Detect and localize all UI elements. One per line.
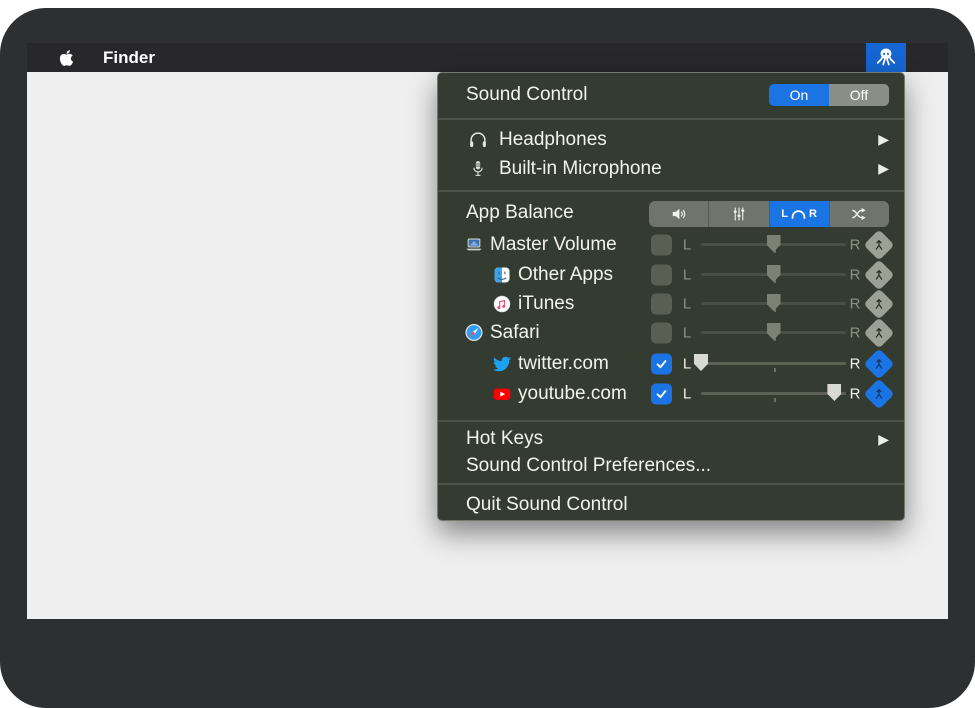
menu-header: Sound Control On Off: [438, 73, 904, 117]
sound-control-menu: Sound Control On Off Headphones ▶: [437, 72, 905, 521]
balance-mode-segmented-control: L R: [649, 201, 889, 227]
twitter-icon: [492, 354, 512, 374]
slider-thumb[interactable]: [767, 323, 781, 340]
volume-icon: [669, 204, 689, 224]
route-diamond-button[interactable]: [863, 229, 894, 260]
app-checkbox[interactable]: [651, 322, 672, 343]
slider-thumb[interactable]: [767, 265, 781, 282]
balance-right-label: R: [843, 266, 867, 283]
submenu-arrow-icon: ▶: [878, 160, 889, 177]
balance-left-label: L: [675, 295, 699, 312]
app-checkbox[interactable]: [651, 234, 672, 255]
app-row-twitter: twitter.com L R: [438, 349, 904, 378]
menu-item-hot-keys[interactable]: Hot Keys ▶: [438, 425, 904, 453]
slider-thumb[interactable]: [827, 384, 841, 401]
menu-item-label: Headphones: [499, 129, 607, 151]
equalizer-segment[interactable]: [708, 201, 768, 227]
equalizer-icon: [730, 205, 748, 223]
balance-right-label: R: [843, 295, 867, 312]
app-label: Other Apps: [518, 264, 613, 286]
on-button[interactable]: On: [769, 84, 829, 106]
on-off-toggle: On Off: [769, 84, 889, 106]
sound-control-menubar-button[interactable]: [866, 43, 906, 72]
slider-thumb[interactable]: [767, 235, 781, 252]
app-checkbox[interactable]: [651, 353, 672, 374]
balance-slider[interactable]: [701, 379, 846, 408]
balance-right-label: R: [843, 355, 867, 372]
slider-thumb[interactable]: [767, 294, 781, 311]
desktop: Finder Sound Control On Off: [27, 43, 948, 619]
laptop-icon: [464, 235, 484, 255]
balance-right-label: R: [843, 385, 867, 402]
balance-right-label: R: [843, 324, 867, 341]
menu-item-preferences[interactable]: Sound Control Preferences...: [438, 452, 904, 480]
separator: [438, 118, 904, 120]
app-label: youtube.com: [518, 383, 627, 405]
app-label: Master Volume: [490, 234, 617, 256]
menu-title: Sound Control: [466, 84, 587, 106]
headphones-icon: [466, 128, 490, 152]
volume-segment[interactable]: [649, 201, 708, 227]
balance-slider[interactable]: [701, 318, 846, 347]
route-diamond-button[interactable]: [863, 259, 894, 290]
safari-icon: [464, 323, 484, 343]
separator: [438, 420, 904, 422]
balance-left-label: L: [675, 385, 699, 402]
menu-item-built-in-microphone[interactable]: Built-in Microphone ▶: [438, 154, 904, 183]
menu-item-headphones[interactable]: Headphones ▶: [438, 125, 904, 154]
slider-center-tick: [774, 398, 776, 402]
app-row-master-volume: Master Volume L R: [438, 230, 904, 259]
balance-left-label: L: [675, 266, 699, 283]
separator: [438, 483, 904, 485]
youtube-icon: [492, 384, 512, 404]
app-row-other-apps: Other Apps L R: [438, 260, 904, 289]
finder-icon: [492, 265, 512, 285]
app-label: Safari: [490, 322, 540, 344]
headphone-balance-segment[interactable]: L R: [769, 201, 829, 227]
app-row-safari: Safari L R: [438, 318, 904, 347]
active-app-name[interactable]: Finder: [103, 43, 155, 72]
shuffle-segment[interactable]: [829, 201, 889, 227]
balance-slider[interactable]: [701, 289, 846, 318]
menu-item-label: Hot Keys: [466, 428, 543, 450]
balance-r-label: R: [809, 208, 817, 220]
app-checkbox[interactable]: [651, 264, 672, 285]
route-diamond-button[interactable]: [863, 317, 894, 348]
app-checkbox[interactable]: [651, 293, 672, 314]
menu-item-quit[interactable]: Quit Sound Control: [438, 490, 904, 519]
route-diamond-button[interactable]: [863, 288, 894, 319]
route-diamond-button[interactable]: [863, 348, 894, 379]
balance-slider[interactable]: [701, 260, 846, 289]
balance-slider[interactable]: [701, 230, 846, 259]
app-balance-label: App Balance: [466, 202, 574, 224]
app-row-youtube: youtube.com L R: [438, 379, 904, 408]
menu-item-label: Sound Control Preferences...: [466, 455, 711, 477]
microphone-icon: [466, 157, 490, 181]
separator: [438, 190, 904, 192]
headphone-balance-icon: [790, 208, 807, 221]
slider-track: [701, 362, 846, 365]
slider-center-tick: [774, 368, 776, 372]
octopus-sound-control-icon: [873, 45, 899, 71]
app-row-itunes: iTunes L R: [438, 289, 904, 318]
shuffle-icon: [849, 204, 869, 224]
submenu-arrow-icon: ▶: [878, 131, 889, 148]
menu-item-label: Built-in Microphone: [499, 158, 662, 180]
balance-left-label: L: [675, 236, 699, 253]
route-diamond-button[interactable]: [863, 378, 894, 409]
balance-right-label: R: [843, 236, 867, 253]
itunes-icon: [492, 294, 512, 314]
submenu-arrow-icon: ▶: [878, 431, 889, 448]
menu-bar: Finder: [27, 43, 948, 72]
app-label: iTunes: [518, 293, 574, 315]
balance-l-label: L: [781, 208, 788, 220]
balance-slider[interactable]: [701, 349, 846, 378]
slider-track: [701, 392, 846, 395]
app-checkbox[interactable]: [651, 383, 672, 404]
app-label: twitter.com: [518, 353, 609, 375]
off-button[interactable]: Off: [829, 84, 889, 106]
apple-icon[interactable]: [58, 48, 75, 67]
balance-left-label: L: [675, 324, 699, 341]
menu-item-label: Quit Sound Control: [466, 494, 628, 516]
